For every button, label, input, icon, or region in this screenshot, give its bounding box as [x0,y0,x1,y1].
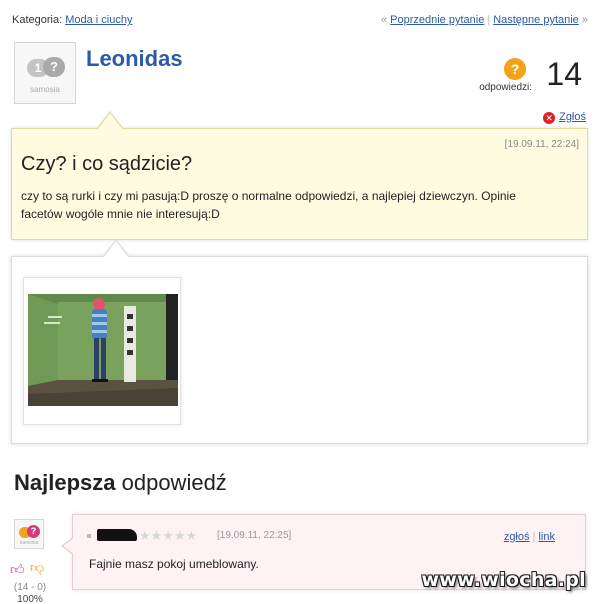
next-question-link[interactable]: Następne pytanie [493,14,579,26]
answer-date: [19.09.11, 22:25] [217,530,292,541]
best-answer-heading: Najlepsza odpowiedź [14,470,227,496]
answer-permalink[interactable]: link [538,531,555,543]
report-close-icon: ✕ [543,112,556,124]
answerer-avatar-brand: samosia [19,540,39,546]
answers-counter: ? odpowiedzi: 14 [452,56,582,96]
asker-avatar[interactable]: 1 ? samosia [14,42,76,104]
attachment-pointer-fill [103,241,129,258]
category-label: Kategoria: [12,14,63,26]
nav-divider: | [487,14,491,26]
category-link[interactable]: Moda i ciuchy [65,14,132,26]
site-watermark: www.wiocha.pl [421,569,586,591]
speech-pointer-fill [97,113,123,130]
vote-buttons: 👍︎ 👎︎ [8,558,52,578]
previous-question-link[interactable]: Poprzednie pytanie [390,14,484,26]
asker-username[interactable]: Leonidas [86,46,183,72]
redacted-username [97,529,137,541]
question-navigation: « Poprzednie pytanie | Następne pytanie » [381,14,588,26]
votes-percent: 100% [17,594,43,604]
category-breadcrumb: Kategoria: Moda i ciuchy [12,14,132,26]
top-bar: Kategoria: Moda i ciuchy « Poprzednie py… [12,14,588,30]
thumbs-down-icon[interactable]: 👎︎ [30,559,44,576]
report-question-button[interactable]: ✕ Zgłoś [543,111,586,124]
question-box: [19.09.11, 22:24] Czy? i co sądzicie? cz… [11,111,588,240]
question-date: [19.09.11, 22:24] [504,139,579,150]
avatar-brand: samosia [30,85,60,94]
report-link[interactable]: Zgłoś [559,111,586,123]
answer-text: Fajnie masz pokoj umeblowany. [89,557,259,571]
photo-thumbnail[interactable] [23,277,181,425]
prev-arrow-icon: « [380,14,388,26]
report-answer-link[interactable]: zgłoś [504,531,530,543]
answers-count-label: odpowiedzi: [479,82,532,93]
attachment-box [11,239,588,444]
votes-counts: (14 - 0) [13,582,47,593]
best-answer-heading-rest: odpowiedź [115,470,227,495]
bullet-icon [87,534,91,538]
photo-scene [28,294,178,406]
question-body: czy to są rurki i czy mi pasują:D proszę… [21,189,516,221]
answer-actions: zgłoś | link [503,531,555,543]
avatar-bubbles-icon: 1 ? [27,57,67,81]
avatar-question-icon: ? [27,525,40,538]
answerer-avatar[interactable]: ? samosia [14,519,44,549]
question-bubble-icon: ? [504,58,526,80]
answer-pointer-fill [63,538,74,554]
next-arrow-icon: » [581,14,588,26]
thumbs-up-icon[interactable]: 👍︎ [10,561,25,578]
best-answer-heading-bold: Najlepsza [14,470,116,495]
attached-photo[interactable] [28,294,178,406]
question-title: Czy? i co sądzicie? [21,153,193,175]
answers-count-value: 14 [546,56,582,92]
rating-stars: ★★★★★ [139,528,198,543]
